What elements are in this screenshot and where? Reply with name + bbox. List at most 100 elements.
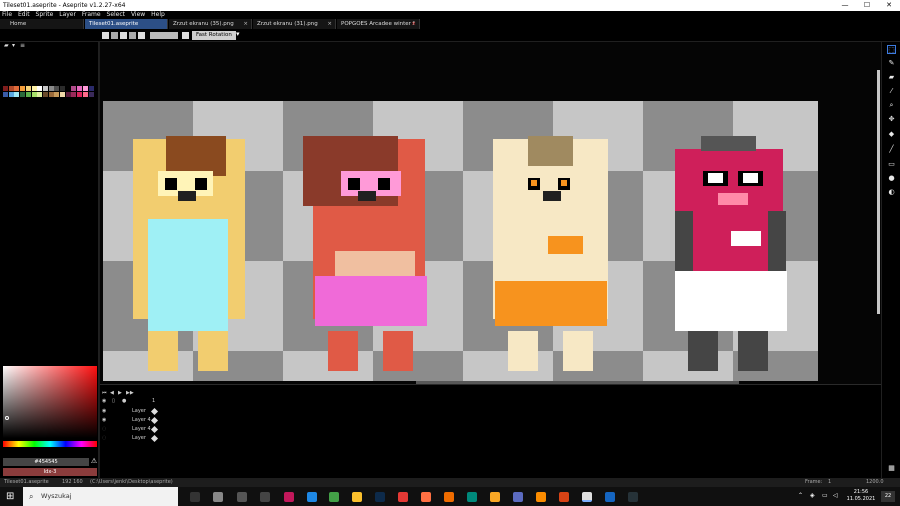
- app-icon[interactable]: [559, 492, 569, 502]
- tray-chevron-up-icon[interactable]: ⌃: [798, 492, 803, 499]
- palette-swatch[interactable]: [8, 86, 14, 91]
- close-icon[interactable]: ×: [327, 19, 332, 29]
- palette-swatch[interactable]: [54, 92, 60, 97]
- minimize-button[interactable]: —: [834, 0, 856, 11]
- bucket-icon[interactable]: ◆: [887, 130, 896, 139]
- taskbar-search[interactable]: ⌕ Wyszukaj: [23, 487, 178, 506]
- app-icon[interactable]: [260, 492, 270, 502]
- eye-closed-icon[interactable]: ◌: [102, 425, 106, 434]
- palette-swatch[interactable]: [3, 92, 8, 97]
- color-cursor[interactable]: [5, 416, 9, 420]
- eye-icon[interactable]: ◉: [102, 416, 106, 425]
- chevron-down-icon[interactable]: ▾: [236, 30, 240, 38]
- menu-sprite[interactable]: Sprite: [36, 11, 54, 18]
- eraser-icon[interactable]: ▰: [887, 73, 896, 82]
- photoshop-icon[interactable]: [375, 492, 385, 502]
- close-icon[interactable]: ×: [243, 19, 248, 29]
- layer-row[interactable]: ◉ Layer: [102, 407, 162, 416]
- opera-gx-icon[interactable]: [284, 492, 294, 502]
- contour-icon[interactable]: ◐: [887, 188, 896, 197]
- move-icon[interactable]: ✥: [887, 115, 896, 124]
- layer-row[interactable]: ◌ Layer 4: [102, 425, 162, 434]
- palette-swatch[interactable]: [42, 86, 48, 91]
- tab-popgoes[interactable]: POPGOES Arcadee winter f ×: [337, 19, 420, 29]
- zoom-icon[interactable]: ⌕: [887, 101, 896, 110]
- menu-view[interactable]: View: [131, 11, 145, 18]
- palette-swatch[interactable]: [20, 92, 26, 97]
- notification-badge[interactable]: 22: [881, 491, 895, 502]
- pencil-icon[interactable]: ✎: [887, 59, 896, 68]
- opera-icon[interactable]: [398, 492, 408, 502]
- rectangle-icon[interactable]: ▭: [887, 160, 896, 169]
- eyedropper-icon[interactable]: ⁄: [887, 87, 896, 96]
- cel-icon[interactable]: [150, 425, 159, 434]
- palette-swatch[interactable]: [60, 92, 65, 97]
- zoom-field[interactable]: 1200.0: [866, 478, 884, 487]
- vertical-scrollbar[interactable]: [877, 70, 880, 314]
- taskbar-clock[interactable]: 21:56 11.05.2021: [843, 489, 879, 503]
- previous-frame-icon[interactable]: ◀: [110, 390, 114, 396]
- layer-row[interactable]: ◌ Layer: [102, 434, 162, 443]
- app-icon[interactable]: [237, 492, 247, 502]
- selection-mode-intersect-icon[interactable]: [129, 32, 136, 39]
- menu-help[interactable]: Help: [151, 11, 165, 18]
- palette-swatch[interactable]: [71, 92, 77, 97]
- selection-mode-subtract-icon[interactable]: [120, 32, 127, 39]
- palette-swatch[interactable]: [77, 92, 83, 97]
- palette-swatch[interactable]: [37, 86, 43, 91]
- foreground-color-hex[interactable]: #454545: [3, 458, 89, 466]
- eye-icon[interactable]: ◉: [102, 398, 106, 404]
- steam-icon[interactable]: [628, 492, 638, 502]
- palette-swatch[interactable]: [25, 86, 31, 91]
- lock-icon[interactable]: ▯: [112, 398, 115, 404]
- aseprite-icon[interactable]: [582, 492, 592, 502]
- palette-swatch[interactable]: [14, 92, 20, 97]
- transparent-color-icon[interactable]: [138, 32, 145, 39]
- palette-swatch[interactable]: [71, 86, 77, 91]
- palette-swatch[interactable]: [42, 92, 48, 97]
- file-explorer-icon[interactable]: [490, 492, 500, 502]
- selection-mode-replace-icon[interactable]: [102, 32, 109, 39]
- palette-swatch[interactable]: [60, 86, 65, 91]
- palette-swatch[interactable]: [48, 92, 54, 97]
- volume-icon[interactable]: ◁: [833, 492, 838, 499]
- frame-number[interactable]: 1: [152, 398, 155, 404]
- maximize-button[interactable]: ☐: [856, 0, 878, 11]
- pivot-selector[interactable]: [150, 32, 178, 39]
- palette-swatch[interactable]: [31, 86, 37, 91]
- palette-swatch[interactable]: [20, 86, 26, 91]
- cel-icon[interactable]: [150, 407, 159, 416]
- tab-home[interactable]: Home: [0, 19, 84, 29]
- menu-edit[interactable]: Edit: [18, 11, 30, 18]
- frame-field[interactable]: 1: [828, 478, 831, 487]
- eye-closed-icon[interactable]: ◌: [102, 434, 106, 443]
- first-frame-icon[interactable]: ⏮: [102, 390, 107, 396]
- app-icon[interactable]: [605, 492, 615, 502]
- palette-swatch[interactable]: [82, 92, 88, 97]
- canvas-area[interactable]: [100, 42, 881, 384]
- palette-swatch[interactable]: [31, 92, 37, 97]
- app-icon[interactable]: [213, 492, 223, 502]
- cel-icon[interactable]: [150, 434, 159, 443]
- tab-screenshot-35[interactable]: Zrzut ekranu (35).png ×: [169, 19, 252, 29]
- brave-icon[interactable]: [536, 492, 546, 502]
- palette-swatch[interactable]: [82, 86, 88, 91]
- line-icon[interactable]: ╱: [887, 145, 896, 154]
- app-icon[interactable]: [444, 492, 454, 502]
- close-icon[interactable]: ×: [411, 19, 416, 29]
- firefox-icon[interactable]: [421, 492, 431, 502]
- task-view-icon[interactable]: [190, 492, 200, 502]
- tab-screenshot-31[interactable]: Zrzut ekranu (31).png ×: [253, 19, 336, 29]
- palette-swatch[interactable]: [37, 92, 43, 97]
- lock-icon[interactable]: ▰: [4, 42, 9, 49]
- palette-swatch[interactable]: [54, 86, 60, 91]
- color-index[interactable]: Idx-3: [3, 468, 97, 476]
- palette-swatch[interactable]: [48, 86, 54, 91]
- selection-mode-add-icon[interactable]: [111, 32, 118, 39]
- palette-menu-icon[interactable]: ≡: [20, 42, 25, 49]
- tray-app-icon[interactable]: ◈: [810, 492, 815, 499]
- app-icon[interactable]: [513, 492, 523, 502]
- hue-slider[interactable]: [3, 441, 97, 447]
- palette-swatch[interactable]: [88, 86, 94, 91]
- edge-icon[interactable]: [467, 492, 477, 502]
